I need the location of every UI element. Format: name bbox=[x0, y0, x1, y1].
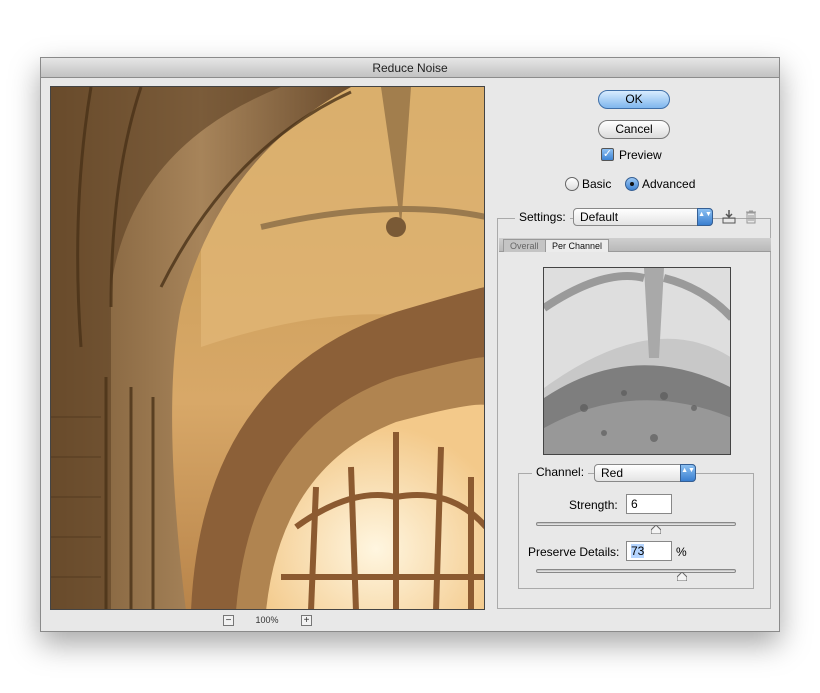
channel-preview[interactable] bbox=[543, 267, 731, 455]
image-preview[interactable] bbox=[50, 86, 485, 610]
settings-label: Settings: bbox=[515, 210, 570, 224]
channel-label: Channel: bbox=[532, 465, 589, 479]
zoom-out-button[interactable]: − bbox=[223, 615, 234, 626]
preserve-details-input[interactable]: 73 bbox=[626, 541, 672, 561]
channel-select[interactable]: Red ▲▼ bbox=[594, 464, 696, 482]
cathedral-photo bbox=[51, 87, 484, 609]
zoom-controls: − 100% + bbox=[221, 614, 331, 628]
trash-icon[interactable] bbox=[743, 209, 759, 225]
dialog-title: Reduce Noise bbox=[41, 58, 779, 78]
advanced-radio[interactable] bbox=[625, 177, 639, 191]
preserve-details-label: Preserve Details: bbox=[528, 545, 620, 559]
strength-slider-thumb[interactable] bbox=[651, 525, 661, 534]
preserve-details-slider-thumb[interactable] bbox=[677, 572, 687, 581]
strength-input[interactable]: 6 bbox=[626, 494, 672, 514]
settings-value: Default bbox=[580, 210, 619, 224]
ok-button[interactable]: OK bbox=[598, 90, 670, 109]
save-settings-icon[interactable] bbox=[721, 209, 737, 225]
zoom-in-button[interactable]: + bbox=[301, 615, 312, 626]
basic-radio-label: Basic bbox=[582, 177, 612, 191]
preview-checkbox[interactable]: ✓ bbox=[601, 148, 614, 161]
preview-label: Preview bbox=[619, 148, 662, 162]
zoom-level: 100% bbox=[255, 615, 279, 625]
channel-value: Red bbox=[601, 466, 624, 480]
cancel-button[interactable]: Cancel bbox=[598, 120, 670, 139]
strength-label: Strength: bbox=[569, 498, 618, 512]
select-arrows-icon: ▲▼ bbox=[680, 464, 696, 482]
preserve-details-slider-track[interactable] bbox=[536, 569, 736, 573]
tab-strip: Overall Per Channel bbox=[499, 238, 771, 252]
strength-slider-track[interactable] bbox=[536, 522, 736, 526]
basic-radio[interactable] bbox=[565, 177, 579, 191]
settings-select[interactable]: Default ▲▼ bbox=[573, 208, 713, 226]
reduce-noise-dialog: Reduce Noise − 100% + OK Cancel ✓ Previe… bbox=[40, 57, 780, 632]
advanced-radio-label: Advanced bbox=[642, 177, 696, 191]
channel-preview-image bbox=[544, 268, 730, 454]
tab-per-channel[interactable]: Per Channel bbox=[545, 239, 610, 252]
strength-value: 6 bbox=[631, 497, 638, 511]
select-arrows-icon: ▲▼ bbox=[697, 208, 713, 226]
preserve-details-value: 73 bbox=[631, 544, 645, 558]
tab-overall[interactable]: Overall bbox=[503, 239, 546, 252]
percent-unit: % bbox=[676, 545, 687, 559]
